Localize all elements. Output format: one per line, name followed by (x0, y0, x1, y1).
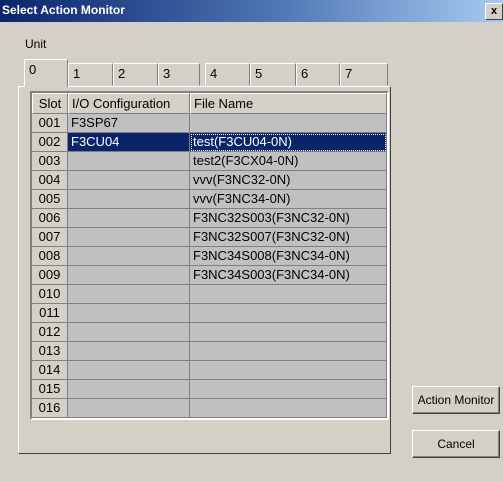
grid-body: 001 F3SP67 002 F3CU04 test(F3CU04-0N) 003 test… (32, 114, 387, 418)
column-header-io-configuration[interactable]: I/O Configuration (68, 93, 190, 114)
file-name-cell[interactable] (190, 380, 387, 399)
io-configuration-cell[interactable] (68, 399, 190, 418)
table-row[interactable]: 014 (32, 361, 387, 380)
file-name-cell[interactable] (190, 361, 387, 380)
io-configuration-cell[interactable] (68, 266, 190, 285)
file-name-cell[interactable]: F3NC34S003(F3NC34-0N) (190, 266, 387, 285)
column-header-file-name[interactable]: File Name (190, 93, 387, 114)
file-name-cell[interactable] (190, 114, 387, 133)
table-row[interactable]: 013 (32, 342, 387, 361)
table-row[interactable]: 004 vvv(F3NC32-0N) (32, 171, 387, 190)
window-title: Select Action Monitor (2, 3, 125, 17)
tab-2[interactable]: 2 (113, 63, 158, 86)
tab-5[interactable]: 5 (250, 63, 296, 86)
slot-cell[interactable]: 008 (32, 247, 68, 266)
file-name-cell[interactable] (190, 323, 387, 342)
table-row[interactable]: 002 F3CU04 test(F3CU04-0N) (32, 133, 387, 152)
table-row[interactable]: 012 (32, 323, 387, 342)
io-configuration-cell[interactable]: F3CU04 (68, 133, 190, 152)
io-configuration-cell[interactable] (68, 361, 190, 380)
io-configuration-cell[interactable] (68, 152, 190, 171)
file-name-cell[interactable]: vvv(F3NC34-0N) (190, 190, 387, 209)
column-header-slot[interactable]: Slot (32, 93, 68, 114)
unit-label: Unit (25, 37, 47, 51)
slot-cell[interactable]: 009 (32, 266, 68, 285)
slot-cell[interactable]: 016 (32, 399, 68, 418)
slot-cell[interactable]: 007 (32, 228, 68, 247)
tab-0[interactable]: 0 (24, 59, 68, 87)
tab-6[interactable]: 6 (296, 63, 340, 86)
slot-cell[interactable]: 012 (32, 323, 68, 342)
io-configuration-cell[interactable] (68, 342, 190, 361)
io-configuration-cell[interactable] (68, 190, 190, 209)
tab-1[interactable]: 1 (68, 63, 113, 86)
slot-cell[interactable]: 015 (32, 380, 68, 399)
file-name-cell[interactable]: test(F3CU04-0N) (190, 133, 387, 152)
table-row[interactable]: 008 F3NC34S008(F3NC34-0N) (32, 247, 387, 266)
table-row[interactable]: 009 F3NC34S003(F3NC34-0N) (32, 266, 387, 285)
table-row[interactable]: 006 F3NC32S003(F3NC32-0N) (32, 209, 387, 228)
file-name-cell[interactable] (190, 342, 387, 361)
table-row[interactable]: 005 vvv(F3NC34-0N) (32, 190, 387, 209)
slot-cell[interactable]: 004 (32, 171, 68, 190)
file-name-cell[interactable] (190, 285, 387, 304)
cancel-button[interactable]: Cancel (412, 430, 500, 458)
table-row[interactable]: 003 test2(F3CX04-0N) (32, 152, 387, 171)
slot-cell[interactable]: 011 (32, 304, 68, 323)
slot-cell[interactable]: 002 (32, 133, 68, 152)
table-row[interactable]: 011 (32, 304, 387, 323)
slot-cell[interactable]: 003 (32, 152, 68, 171)
io-configuration-cell[interactable] (68, 323, 190, 342)
tab-3[interactable]: 3 (158, 63, 200, 86)
io-configuration-cell[interactable] (68, 380, 190, 399)
tab-7[interactable]: 7 (340, 63, 388, 86)
table-row[interactable]: 015 (32, 380, 387, 399)
tab-4[interactable]: 4 (205, 63, 250, 86)
file-name-cell[interactable]: F3NC32S007(F3NC32-0N) (190, 228, 387, 247)
io-configuration-cell[interactable] (68, 171, 190, 190)
file-name-cell[interactable] (190, 304, 387, 323)
table-row[interactable]: 007 F3NC32S007(F3NC32-0N) (32, 228, 387, 247)
title-bar: Select Action Monitor x (0, 0, 503, 22)
table-row[interactable]: 001 F3SP67 (32, 114, 387, 133)
action-monitor-button[interactable]: Action Monitor (412, 386, 500, 414)
io-configuration-cell[interactable] (68, 247, 190, 266)
slot-grid[interactable]: Slot I/O Configuration File Name 001 F3SP… (30, 91, 389, 420)
slot-cell[interactable]: 014 (32, 361, 68, 380)
file-name-cell[interactable] (190, 399, 387, 418)
slot-cell[interactable]: 001 (32, 114, 68, 133)
io-configuration-cell[interactable] (68, 285, 190, 304)
io-configuration-cell[interactable] (68, 209, 190, 228)
grid-header: Slot I/O Configuration File Name (32, 93, 387, 114)
file-name-cell[interactable]: F3NC34S008(F3NC34-0N) (190, 247, 387, 266)
io-configuration-cell[interactable]: F3SP67 (68, 114, 190, 133)
slot-cell[interactable]: 010 (32, 285, 68, 304)
slot-cell[interactable]: 013 (32, 342, 68, 361)
file-name-cell[interactable]: vvv(F3NC32-0N) (190, 171, 387, 190)
table-row[interactable]: 016 (32, 399, 387, 418)
io-configuration-cell[interactable] (68, 304, 190, 323)
close-button[interactable]: x (485, 3, 503, 20)
file-name-cell[interactable]: F3NC32S003(F3NC32-0N) (190, 209, 387, 228)
io-configuration-cell[interactable] (68, 228, 190, 247)
slot-cell[interactable]: 005 (32, 190, 68, 209)
file-name-cell[interactable]: test2(F3CX04-0N) (190, 152, 387, 171)
slot-cell[interactable]: 006 (32, 209, 68, 228)
table-row[interactable]: 010 (32, 285, 387, 304)
